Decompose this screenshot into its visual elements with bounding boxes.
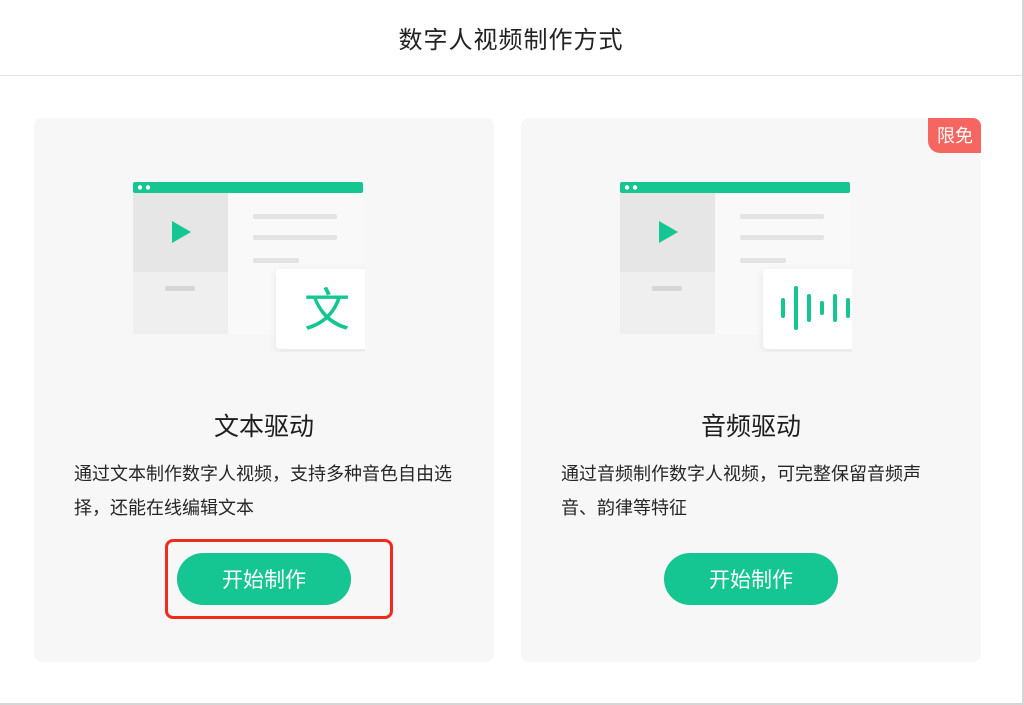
text-driven-illustration: 文 <box>133 182 365 349</box>
audio-driven-card[interactable]: 限免 音频驱动 通过音频制作数字人视频，可完整保留音频声音、韵律等特征 开始制作 <box>521 118 981 662</box>
audio-driven-start-button[interactable]: 开始制作 <box>664 553 838 605</box>
text-glyph-card: 文 <box>276 269 365 349</box>
audio-driven-title: 音频驱动 <box>700 412 801 441</box>
text-driven-card[interactable]: 文 文本驱动 通过文本制作数字人视频，支持多种音色自由选择，还能在线编辑文本 开… <box>34 118 494 662</box>
audio-waveform-card <box>763 269 852 349</box>
text-glyph-icon: 文 <box>304 283 350 337</box>
free-badge: 限免 <box>928 118 981 153</box>
audio-driven-description: 通过音频制作数字人视频，可完整保留音频声音、韵律等特征 <box>561 464 921 519</box>
dialog-title: 数字人视频制作方式 <box>398 26 624 54</box>
dialog: 数字人视频制作方式 文 文本驱动 通过文本制作数字人视频，支持多种音色自由选择，… <box>0 0 1024 705</box>
text-driven-description: 通过文本制作数字人视频，支持多种音色自由选择，还能在线编辑文本 <box>74 464 452 519</box>
text-driven-title: 文本驱动 <box>213 412 314 441</box>
dialog-header: 数字人视频制作方式 <box>0 0 1022 76</box>
text-driven-start-button[interactable]: 开始制作 <box>177 553 351 605</box>
audio-driven-illustration <box>620 182 852 349</box>
